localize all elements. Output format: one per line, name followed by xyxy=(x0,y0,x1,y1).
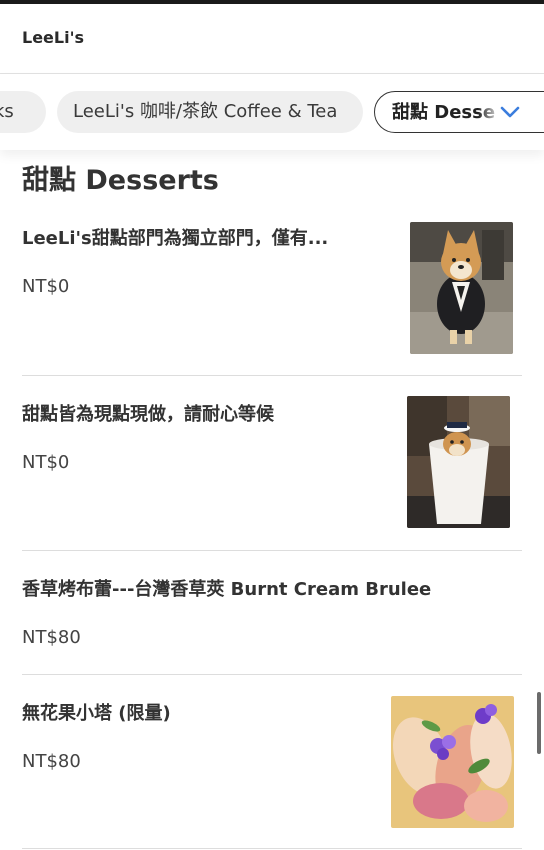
category-tabs-bar: ks LeeLi's 咖啡/茶飲 Coffee & Tea 甜點 Dessert… xyxy=(0,74,544,150)
item-divider xyxy=(22,550,522,551)
tab-label: ks xyxy=(0,101,14,122)
item-name: LeeLi's甜點部門為獨立部門，僅有... xyxy=(22,228,329,249)
shiba-dog-in-suit-photo[interactable] xyxy=(410,222,513,354)
item-name: 無花果小塔 (限量) xyxy=(22,703,171,724)
item-name: 甜點皆為現點現做，請耐心等候 xyxy=(22,404,274,425)
section-title: 甜點 Desserts xyxy=(22,165,219,196)
item-divider xyxy=(22,848,522,849)
shiba-dog-in-cup-photo[interactable] xyxy=(407,396,510,528)
item-divider xyxy=(22,674,522,675)
chevron-down-icon[interactable] xyxy=(499,104,521,120)
item-price: NT$0 xyxy=(22,452,70,473)
item-price: NT$80 xyxy=(22,627,81,648)
tab-label: LeeLi's 咖啡/茶飲 Coffee & Tea xyxy=(73,101,338,122)
scrollbar[interactable] xyxy=(537,692,541,754)
item-divider xyxy=(22,375,522,376)
fig-tart-photo[interactable] xyxy=(391,696,514,828)
app-header: LeeLi's xyxy=(0,4,544,74)
item-name: 香草烤布蕾---台灣香草莢 Burnt Cream Brulee xyxy=(22,579,432,600)
tab-drinks-partial[interactable]: ks xyxy=(0,91,46,133)
tab-coffee-tea[interactable]: LeeLi's 咖啡/茶飲 Coffee & Tea xyxy=(57,91,363,133)
item-price: NT$80 xyxy=(22,751,81,772)
item-price: NT$0 xyxy=(22,276,70,297)
menu-item[interactable]: 香草烤布蕾---台灣香草莢 Burnt Cream Brulee NT$80 xyxy=(22,575,522,655)
brand-name[interactable]: LeeLi's xyxy=(22,28,84,47)
